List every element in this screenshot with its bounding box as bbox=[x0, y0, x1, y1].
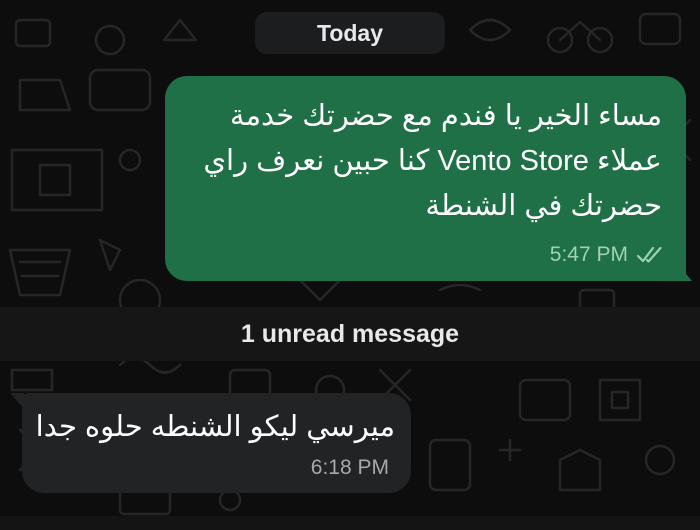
wallpaper-doodle-icon bbox=[638, 12, 682, 46]
wallpaper-doodle-icon bbox=[94, 24, 126, 56]
wallpaper-doodle-icon bbox=[518, 378, 572, 422]
wallpaper-doodle-icon bbox=[438, 283, 482, 292]
wallpaper-doodle-icon bbox=[428, 438, 472, 492]
wallpaper-doodle-icon bbox=[298, 278, 342, 302]
incoming-message-text: ميرسي ليكو الشنطه حلوه جدا bbox=[35, 411, 395, 443]
composer-edge bbox=[0, 516, 700, 530]
wallpaper-doodle-icon bbox=[14, 18, 52, 48]
wallpaper-doodle-icon bbox=[558, 448, 602, 492]
wallpaper-doodle-icon bbox=[644, 444, 676, 476]
wallpaper-doodle-icon bbox=[598, 378, 642, 422]
wallpaper-doodle-icon bbox=[162, 18, 198, 42]
wallpaper-doodle-icon bbox=[98, 238, 122, 272]
wallpaper-doodle-icon bbox=[10, 368, 54, 392]
wallpaper-doodle-icon bbox=[498, 438, 522, 462]
date-chip: Today bbox=[255, 12, 445, 54]
wallpaper-doodle-icon bbox=[88, 68, 152, 112]
wallpaper-doodle-icon bbox=[468, 18, 512, 42]
outgoing-message-text: مساء الخير يا فندم مع حضرتك خدمة عملاء V… bbox=[203, 100, 662, 222]
date-chip-label: Today bbox=[316, 20, 384, 46]
incoming-message-time: 6:18 PM bbox=[310, 456, 389, 479]
wallpaper-doodle-icon bbox=[118, 148, 142, 172]
unread-divider: 1 unread message bbox=[0, 307, 700, 361]
wallpaper-doodle-icon bbox=[8, 248, 72, 297]
wallpaper-doodle-icon bbox=[10, 148, 104, 212]
outgoing-message-time: 5:47 PM bbox=[549, 243, 628, 266]
incoming-message-bubble[interactable]: ميرسي ليكو الشنطه حلوه جدا 6:18 PM bbox=[22, 393, 411, 493]
wallpaper-doodle-icon bbox=[118, 488, 172, 516]
outgoing-message-meta: 5:47 PM bbox=[550, 243, 664, 267]
wallpaper-doodle-icon bbox=[18, 78, 72, 112]
wallpaper-doodle-icon bbox=[218, 488, 242, 512]
unread-divider-label: 1 unread message bbox=[240, 320, 460, 348]
outgoing-message-bubble[interactable]: مساء الخير يا فندم مع حضرتك خدمة عملاء V… bbox=[165, 76, 686, 281]
chat-view: Today مساء الخير يا فندم مع حضرتك خدمة ع… bbox=[0, 0, 700, 530]
double-check-icon bbox=[636, 246, 662, 263]
